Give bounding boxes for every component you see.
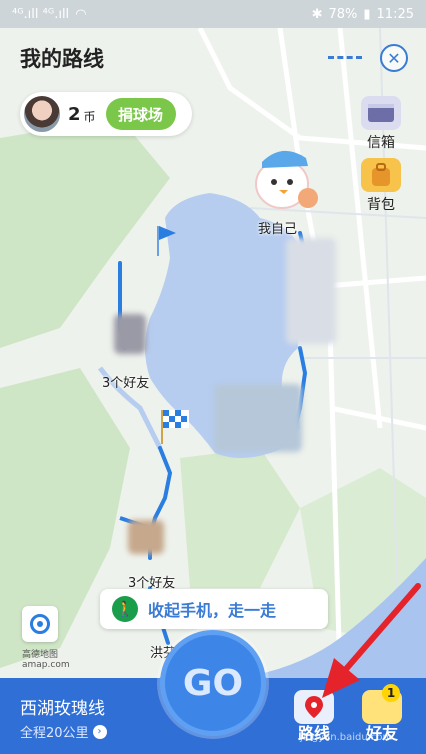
- user-info-pill[interactable]: 2 币 捐球场: [20, 92, 192, 136]
- mascot-marker[interactable]: [250, 140, 322, 214]
- status-bar: ⁴ᴳ.ıll ⁴ᴳ.ıll ◠ ✱ 78% ▮ 11:25: [0, 0, 426, 28]
- backpack-icon: [361, 158, 401, 192]
- mailbox-button[interactable]: 信箱: [358, 96, 404, 152]
- blurred-avatar: [214, 384, 302, 452]
- route-dash-icon: [328, 56, 362, 60]
- donate-field-button[interactable]: 捐球场: [105, 98, 176, 130]
- battery-level: 78%: [328, 6, 358, 22]
- wifi-icon: ◠: [75, 6, 87, 22]
- locate-button[interactable]: [22, 606, 58, 642]
- go-button[interactable]: GO: [160, 630, 266, 736]
- avatar[interactable]: [22, 94, 62, 134]
- battery-icon: ▮: [363, 6, 371, 22]
- walk-tip-banner[interactable]: 🚶 收起手机，走一走: [100, 589, 328, 629]
- mailbox-label: 信箱: [367, 135, 395, 151]
- top-bar: 我的路线 ✕: [0, 28, 426, 88]
- coin-unit: 币: [83, 109, 96, 124]
- watermark: jingyan.baidu.com: [300, 732, 393, 743]
- amap-logo: 高德地图 amap.com: [22, 650, 70, 670]
- signal-icon: ⁴ᴳ.ıll ⁴ᴳ.ıll: [12, 6, 70, 22]
- walk-tip-text: 收起手机，走一走: [148, 601, 277, 620]
- coin-count: 2: [68, 103, 81, 125]
- close-button[interactable]: ✕: [380, 44, 408, 72]
- annotation-arrow-icon: [322, 583, 421, 698]
- clock: 11:25: [376, 6, 414, 22]
- mailbox-icon: [361, 96, 401, 130]
- blurred-avatar: [128, 520, 164, 554]
- chevron-right-icon: ›: [92, 724, 107, 739]
- walking-person-icon: 🚶: [112, 596, 138, 622]
- blurred-avatar: [286, 238, 336, 344]
- backpack-button[interactable]: 背包: [358, 158, 404, 214]
- close-icon: ✕: [387, 48, 401, 68]
- route-name[interactable]: 西湖玫瑰线: [20, 694, 105, 719]
- friends-marker-label-1[interactable]: 3个好友: [102, 372, 149, 391]
- me-marker-label: 我自己: [258, 222, 298, 237]
- route-distance[interactable]: 全程20公里 ›: [20, 722, 107, 741]
- blurred-avatar: [114, 314, 146, 354]
- backpack-label: 背包: [367, 197, 395, 213]
- locate-icon: [30, 614, 50, 634]
- bluetooth-icon: ✱: [311, 6, 323, 22]
- page-title: 我的路线: [20, 47, 104, 71]
